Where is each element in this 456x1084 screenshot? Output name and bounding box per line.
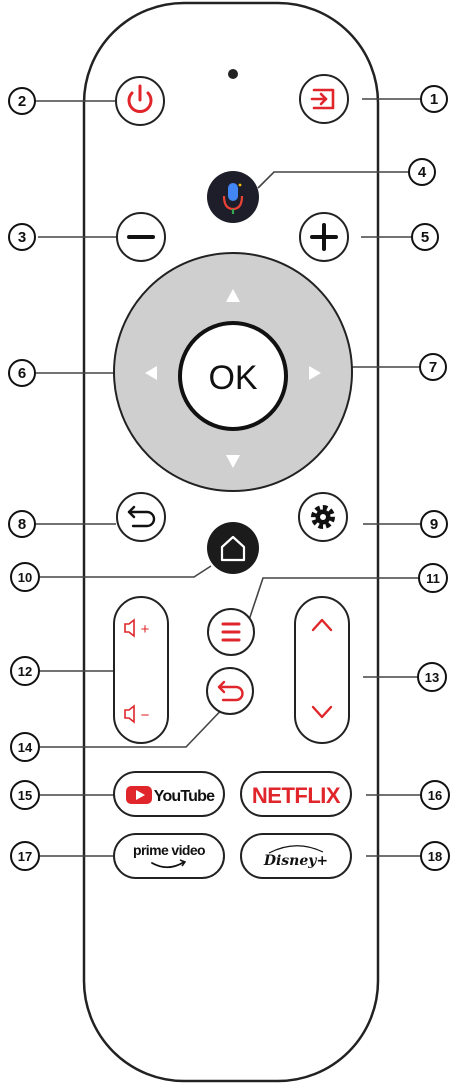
callout-18: 18 <box>420 841 450 871</box>
ir-sensor-dot <box>228 69 238 79</box>
callout-10: 10 <box>10 562 40 592</box>
ok-button[interactable]: OK <box>178 321 288 431</box>
volume-up-label: + <box>141 621 150 638</box>
remote-diagram: 2 1 4 3 5 6 7 8 9 10 11 12 13 14 15 16 1… <box>8 1 450 1083</box>
callout-2: 2 <box>8 87 36 115</box>
callout-1: 1 <box>420 85 448 113</box>
callout-17: 17 <box>10 841 40 871</box>
settings-button[interactable] <box>298 492 348 542</box>
callout-label: 11 <box>426 571 440 586</box>
prime-video-label: prime video <box>133 842 205 858</box>
callout-8: 8 <box>8 510 36 538</box>
volume-rocker[interactable]: + − <box>113 596 169 744</box>
callout-6: 6 <box>8 359 36 387</box>
callout-16: 16 <box>420 780 450 810</box>
callout-9: 9 <box>420 510 448 538</box>
callout-3: 3 <box>8 223 36 251</box>
callout-label: 16 <box>428 788 442 803</box>
callout-4: 4 <box>408 158 436 186</box>
callout-13: 13 <box>417 662 447 692</box>
callout-label: 8 <box>18 516 26 533</box>
input-source-button[interactable] <box>299 74 349 124</box>
plus-button[interactable] <box>299 212 349 262</box>
callout-label: 9 <box>430 516 438 533</box>
volume-down-label: − <box>141 707 150 724</box>
callout-label: 4 <box>418 164 427 181</box>
callout-label: 18 <box>428 849 442 864</box>
callout-label: 1 <box>430 91 438 108</box>
home-button[interactable] <box>207 522 259 574</box>
back-button[interactable] <box>116 492 166 542</box>
prime-video-button[interactable]: prime video <box>113 833 225 879</box>
callout-12: 12 <box>10 656 40 686</box>
callout-7: 7 <box>419 353 447 381</box>
callout-label: 15 <box>18 788 32 803</box>
channel-rocker[interactable] <box>294 596 350 744</box>
youtube-button[interactable]: YouTube <box>113 771 225 817</box>
callout-5: 5 <box>411 223 439 251</box>
disney-plus-button[interactable]: Disney+ <box>240 833 352 879</box>
callout-label: 13 <box>425 670 439 685</box>
return-button[interactable] <box>206 667 254 715</box>
callout-label: 2 <box>18 93 26 110</box>
callout-label: 12 <box>18 664 32 679</box>
voice-assistant-button[interactable] <box>207 171 259 223</box>
minus-button[interactable] <box>116 212 166 262</box>
youtube-label: YouTube <box>154 788 215 805</box>
callout-label: 7 <box>429 359 437 376</box>
callout-label: 3 <box>18 229 26 246</box>
callout-label: 17 <box>18 849 32 864</box>
netflix-button[interactable]: NETFLIX <box>240 771 352 817</box>
ok-label: OK <box>208 359 257 397</box>
gear-icon <box>311 505 335 529</box>
callout-label: 6 <box>18 365 26 382</box>
callout-11: 11 <box>418 563 448 593</box>
callout-14: 14 <box>10 732 40 762</box>
menu-button[interactable] <box>207 608 255 656</box>
callout-15: 15 <box>10 780 40 810</box>
callout-label: 10 <box>18 570 32 585</box>
callout-label: 14 <box>18 740 33 755</box>
disney-plus-label: Disney+ <box>263 853 328 869</box>
callout-label: 5 <box>421 229 429 246</box>
netflix-label: NETFLIX <box>252 783 341 808</box>
power-button[interactable] <box>115 76 165 126</box>
